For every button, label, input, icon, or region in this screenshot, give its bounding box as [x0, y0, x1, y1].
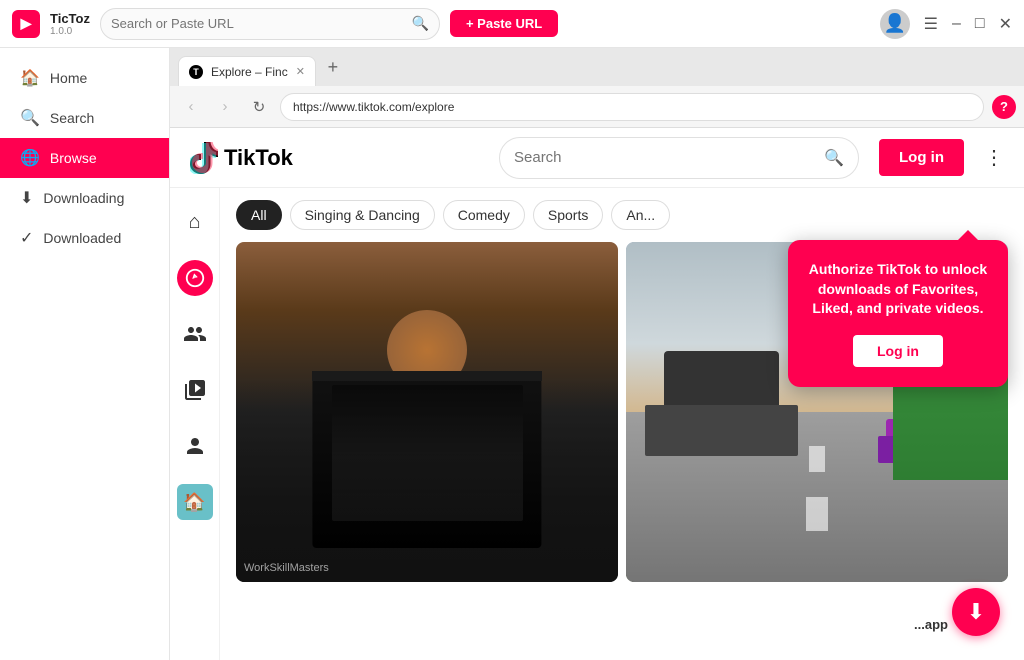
- new-tab-button[interactable]: +: [320, 54, 346, 80]
- video-1-label: WorkSkillMasters: [244, 562, 329, 574]
- address-bar: ‹ › ↻ https://www.tiktok.com/explore ?: [170, 86, 1024, 128]
- category-tab-comedy[interactable]: Comedy: [443, 200, 525, 230]
- title-search-input[interactable]: [111, 16, 406, 31]
- title-search-bar[interactable]: 🔍: [100, 8, 440, 40]
- tiktok-home-icon[interactable]: ⌂: [177, 204, 213, 240]
- category-tabs: All Singing & Dancing Comedy Sports An..: [220, 188, 1024, 242]
- tiktok-search-button[interactable]: 🔍: [824, 148, 844, 168]
- refresh-button[interactable]: ↻: [246, 94, 272, 120]
- browser-area: T Explore – Finc ✕ + ‹ › ↻ https://www.t…: [170, 48, 1024, 660]
- app-info: TicToz 1.0.0: [50, 11, 90, 37]
- sidebar-item-downloaded-label: Downloaded: [43, 230, 121, 246]
- minimize-button[interactable]: –: [952, 15, 961, 33]
- auth-popup-login-button[interactable]: Log in: [853, 335, 943, 367]
- tiktok-logo-text: TikTok: [224, 145, 293, 171]
- tiktok-video-icon[interactable]: [177, 372, 213, 408]
- browser-tab[interactable]: T Explore – Finc ✕: [178, 56, 316, 86]
- tab-bar: T Explore – Finc ✕ +: [170, 48, 1024, 86]
- maximize-button[interactable]: □: [975, 15, 985, 33]
- downloading-icon: ⬇: [20, 188, 33, 208]
- app-logo: ▶: [12, 10, 40, 38]
- tiktok-body: ⌂: [170, 188, 1024, 660]
- search-icon: 🔍: [20, 108, 40, 128]
- tiktok-sidebar: ⌂: [170, 188, 220, 660]
- tiktok-person-icon[interactable]: [177, 428, 213, 464]
- browse-icon: 🌐: [20, 148, 40, 168]
- video-card-1[interactable]: WorkSkillMasters: [236, 242, 618, 582]
- tiktok-logo: TikTok: [190, 142, 293, 174]
- app-name: TicToz: [50, 11, 90, 26]
- sidebar-item-search-label: Search: [50, 110, 94, 126]
- tab-favicon: T: [189, 65, 203, 79]
- tiktok-search-input[interactable]: [514, 149, 816, 166]
- window-controls: 👤 ☰ – □ ✕: [880, 9, 1012, 39]
- downloaded-icon: ✓: [20, 228, 33, 248]
- tiktok-compass-icon[interactable]: [177, 260, 213, 296]
- avatar[interactable]: 👤: [880, 9, 910, 39]
- category-tab-sports[interactable]: Sports: [533, 200, 603, 230]
- app-label: ...app: [914, 617, 948, 632]
- category-tab-all[interactable]: All: [236, 200, 282, 230]
- url-bar[interactable]: https://www.tiktok.com/explore: [280, 93, 984, 121]
- sidebar-item-downloading-label: Downloading: [43, 190, 124, 206]
- auth-popup: Authorize TikTok to unlock downloads of …: [788, 240, 1008, 387]
- tiktok-content: TikTok 🔍 Log in ⋮ ⌂: [170, 128, 1024, 660]
- category-tab-anime[interactable]: An...: [611, 200, 670, 230]
- tiktok-search-bar[interactable]: 🔍: [499, 137, 859, 179]
- title-search-icon: 🔍: [412, 15, 429, 32]
- category-tab-singing[interactable]: Singing & Dancing: [290, 200, 435, 230]
- sidebar: 🏠 Home 🔍 Search 🌐 Browse ⬇ Downloading ✓…: [0, 48, 170, 660]
- sidebar-item-browse-label: Browse: [50, 150, 97, 166]
- help-button[interactable]: ?: [992, 95, 1016, 119]
- tiktok-special-icon[interactable]: 🏠: [177, 484, 213, 520]
- menu-button[interactable]: ☰: [924, 14, 938, 34]
- sidebar-item-browse[interactable]: 🌐 Browse: [0, 138, 169, 178]
- sidebar-item-downloaded[interactable]: ✓ Downloaded: [0, 218, 169, 258]
- sidebar-item-downloading[interactable]: ⬇ Downloading: [0, 178, 169, 218]
- tiktok-friends-icon[interactable]: [177, 316, 213, 352]
- close-button[interactable]: ✕: [999, 14, 1012, 34]
- sidebar-item-home-label: Home: [50, 70, 87, 86]
- sidebar-item-home[interactable]: 🏠 Home: [0, 58, 169, 98]
- app-version: 1.0.0: [50, 26, 90, 37]
- url-text: https://www.tiktok.com/explore: [293, 100, 454, 114]
- download-fab-button[interactable]: ⬇: [952, 588, 1000, 636]
- tiktok-login-button[interactable]: Log in: [879, 139, 964, 176]
- tiktok-more-button[interactable]: ⋮: [984, 145, 1004, 170]
- tiktok-header: TikTok 🔍 Log in ⋮: [170, 128, 1024, 188]
- tab-label: Explore – Finc: [211, 65, 288, 79]
- titlebar: ▶ TicToz 1.0.0 🔍 + Paste URL 👤 ☰ – □ ✕: [0, 0, 1024, 48]
- forward-button[interactable]: ›: [212, 94, 238, 120]
- back-button[interactable]: ‹: [178, 94, 204, 120]
- auth-popup-text: Authorize TikTok to unlock downloads of …: [808, 260, 988, 319]
- tab-close-icon[interactable]: ✕: [296, 65, 305, 78]
- sidebar-item-search[interactable]: 🔍 Search: [0, 98, 169, 138]
- paste-url-button[interactable]: + Paste URL: [450, 10, 558, 37]
- home-icon: 🏠: [20, 68, 40, 88]
